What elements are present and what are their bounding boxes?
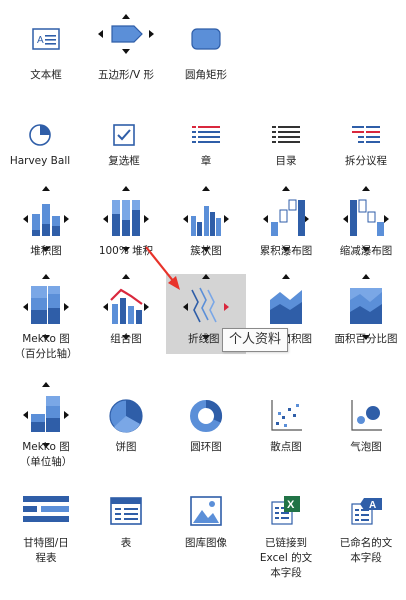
tile-toc[interactable]: 目录 (246, 110, 326, 198)
tile-label: 圆环图 (190, 441, 222, 453)
waterfall-chart-icon (263, 186, 309, 252)
clustered-chart-icon (183, 186, 229, 252)
tile-label: 面积百分比图 (334, 333, 398, 345)
pentagon-icon (98, 14, 154, 54)
tile-chapter[interactable]: 章 (166, 110, 246, 198)
harvey-ball-icon (29, 124, 51, 146)
image-icon (190, 496, 222, 526)
tile-doughnut[interactable]: 圆环图 (166, 390, 246, 478)
tile-reduce-waterfall[interactable]: 缩减瀑布图 (326, 186, 406, 274)
tile-split-agenda[interactable]: 拆分议程 (326, 110, 406, 198)
tile-checkbox[interactable]: 复选框 (84, 110, 164, 198)
tile-label: 拆分议程 (345, 155, 387, 167)
tile-label: 已命名的文本字段 (339, 537, 393, 564)
tile-label: 章 (200, 155, 212, 167)
tile-table[interactable]: 表 (86, 488, 166, 576)
svg-text:A: A (37, 35, 44, 46)
svg-text:X: X (287, 499, 295, 511)
tile-rounded-rect[interactable]: 圆角矩形 (166, 14, 246, 102)
tile-pentagon[interactable]: 五边形/V 形 (86, 14, 166, 102)
combo-chart-icon (103, 274, 149, 340)
chapter-icon (192, 126, 220, 143)
tile-mekko[interactable]: Mekko 图（百分比轴） (6, 274, 86, 362)
excel-icon: X (271, 496, 300, 525)
tile-bubble[interactable]: 气泡图 (326, 390, 406, 478)
tile-pie[interactable]: 饼图 (86, 390, 166, 478)
tile-area-pct[interactable]: 面积百分比图 (326, 274, 406, 362)
tile-textbox[interactable]: A 文本框 (6, 14, 86, 102)
tile-harvey-ball[interactable]: Harvey Ball (0, 110, 80, 198)
tile-label: 图库图像 (185, 537, 227, 549)
tile-scatter[interactable]: 散点图 (246, 390, 326, 478)
tile-label: 甘特图/日程表 (23, 537, 69, 564)
checkbox-icon (113, 124, 135, 146)
tile-label: 累积瀑布图 (259, 245, 313, 257)
area-percent-chart-icon (350, 274, 382, 340)
stacked-100-chart-icon (103, 186, 149, 252)
tile-label: Mekko 图（百分比轴） (14, 333, 78, 360)
svg-text:A: A (369, 500, 376, 511)
tile-label: 已链接到 Excel 的文本字段 (259, 537, 313, 579)
tile-label: 缩减瀑布图 (339, 245, 393, 257)
reduce-waterfall-chart-icon (343, 186, 389, 252)
tooltip: 个人资料 (222, 328, 289, 352)
tile-label: 簇状图 (190, 245, 222, 257)
tile-stacked[interactable]: 堆积图 (6, 186, 86, 274)
rounded-rectangle-icon (191, 28, 221, 50)
toc-icon (272, 126, 300, 143)
tile-label: 五边形/V 形 (97, 69, 155, 81)
tile-label: 气泡图 (350, 441, 382, 453)
tile-label: 堆积图 (30, 245, 62, 257)
tile-label: 圆角矩形 (185, 69, 227, 81)
table-icon (110, 497, 142, 525)
tile-label: 复选框 (108, 155, 140, 167)
tile-label: 表 (120, 537, 132, 549)
tile-label: Mekko 图（单位轴） (19, 441, 73, 468)
named-text-field-icon: A (351, 498, 382, 525)
textbox-icon: A (32, 28, 60, 50)
stacked-chart-icon (23, 186, 69, 252)
tile-waterfall[interactable]: 累积瀑布图 (246, 186, 326, 274)
tile-label: 组合图 (110, 333, 142, 345)
tile-clustered[interactable]: 簇状图 (166, 186, 246, 274)
scatter-chart-icon (271, 400, 302, 431)
tile-mekko-unit[interactable]: Mekko 图（单位轴） (6, 382, 86, 470)
tile-label: 100% 堆积 (98, 245, 154, 257)
split-agenda-icon (352, 124, 380, 146)
tile-combo[interactable]: 组合图 (86, 274, 166, 362)
tile-label: Harvey Ball (9, 155, 71, 167)
tile-label: 目录 (275, 155, 297, 167)
tile-label: 饼图 (115, 441, 137, 453)
tile-label: 散点图 (270, 441, 302, 453)
bubble-chart-icon (351, 400, 382, 431)
doughnut-chart-icon (190, 399, 223, 432)
tile-excel-linked[interactable]: X 已链接到 Excel 的文本字段 (246, 488, 326, 579)
tile-gantt[interactable]: 甘特图/日程表 (6, 488, 86, 576)
tile-named-text[interactable]: A 已命名的文本字段 (326, 488, 406, 576)
tile-stacked-100[interactable]: 100% 堆积 (86, 186, 166, 274)
tile-library-image[interactable]: 图库图像 (166, 488, 246, 576)
tile-label: 文本框 (30, 69, 62, 81)
gantt-chart-icon (23, 496, 69, 522)
mekko-chart-icon (23, 274, 69, 340)
pie-chart-icon (109, 399, 143, 433)
mekko-unit-chart-icon (23, 382, 69, 448)
